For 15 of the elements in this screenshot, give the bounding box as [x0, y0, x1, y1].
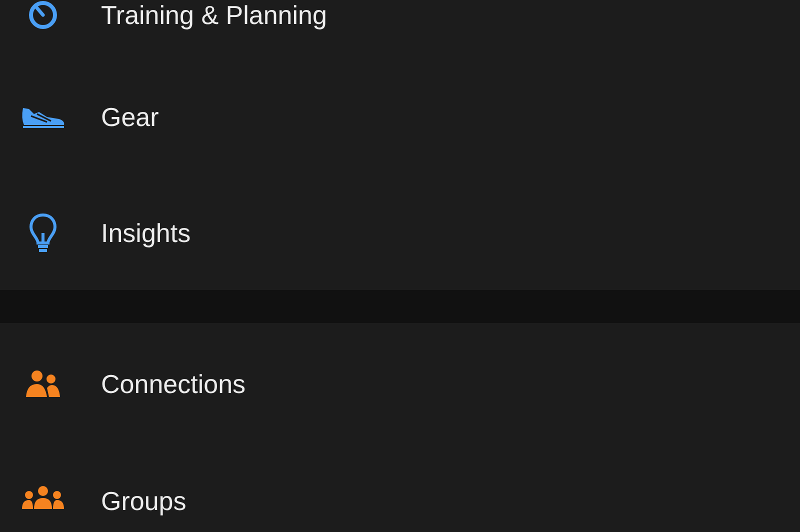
- menu-item-label: Groups: [101, 486, 186, 516]
- menu-item-label: Gear: [101, 102, 159, 132]
- shoe-icon: [20, 106, 64, 128]
- lightbulb-icon: [28, 212, 56, 252]
- group-icon: [22, 486, 64, 510]
- people-icon: [24, 370, 60, 398]
- menu-item-label: Connections: [101, 369, 246, 399]
- clock-icon: [28, 0, 58, 30]
- menu-item[interactable]: Connections: [0, 323, 800, 445]
- menu-item-label: Training & Planning: [101, 0, 327, 30]
- menu-item[interactable]: Gear: [0, 58, 800, 175]
- menu-item[interactable]: Insights: [0, 175, 800, 290]
- menu-item[interactable]: Training & Planning: [0, 0, 800, 58]
- menu-item-label: Insights: [101, 218, 191, 248]
- menu-item[interactable]: Groups: [0, 445, 800, 532]
